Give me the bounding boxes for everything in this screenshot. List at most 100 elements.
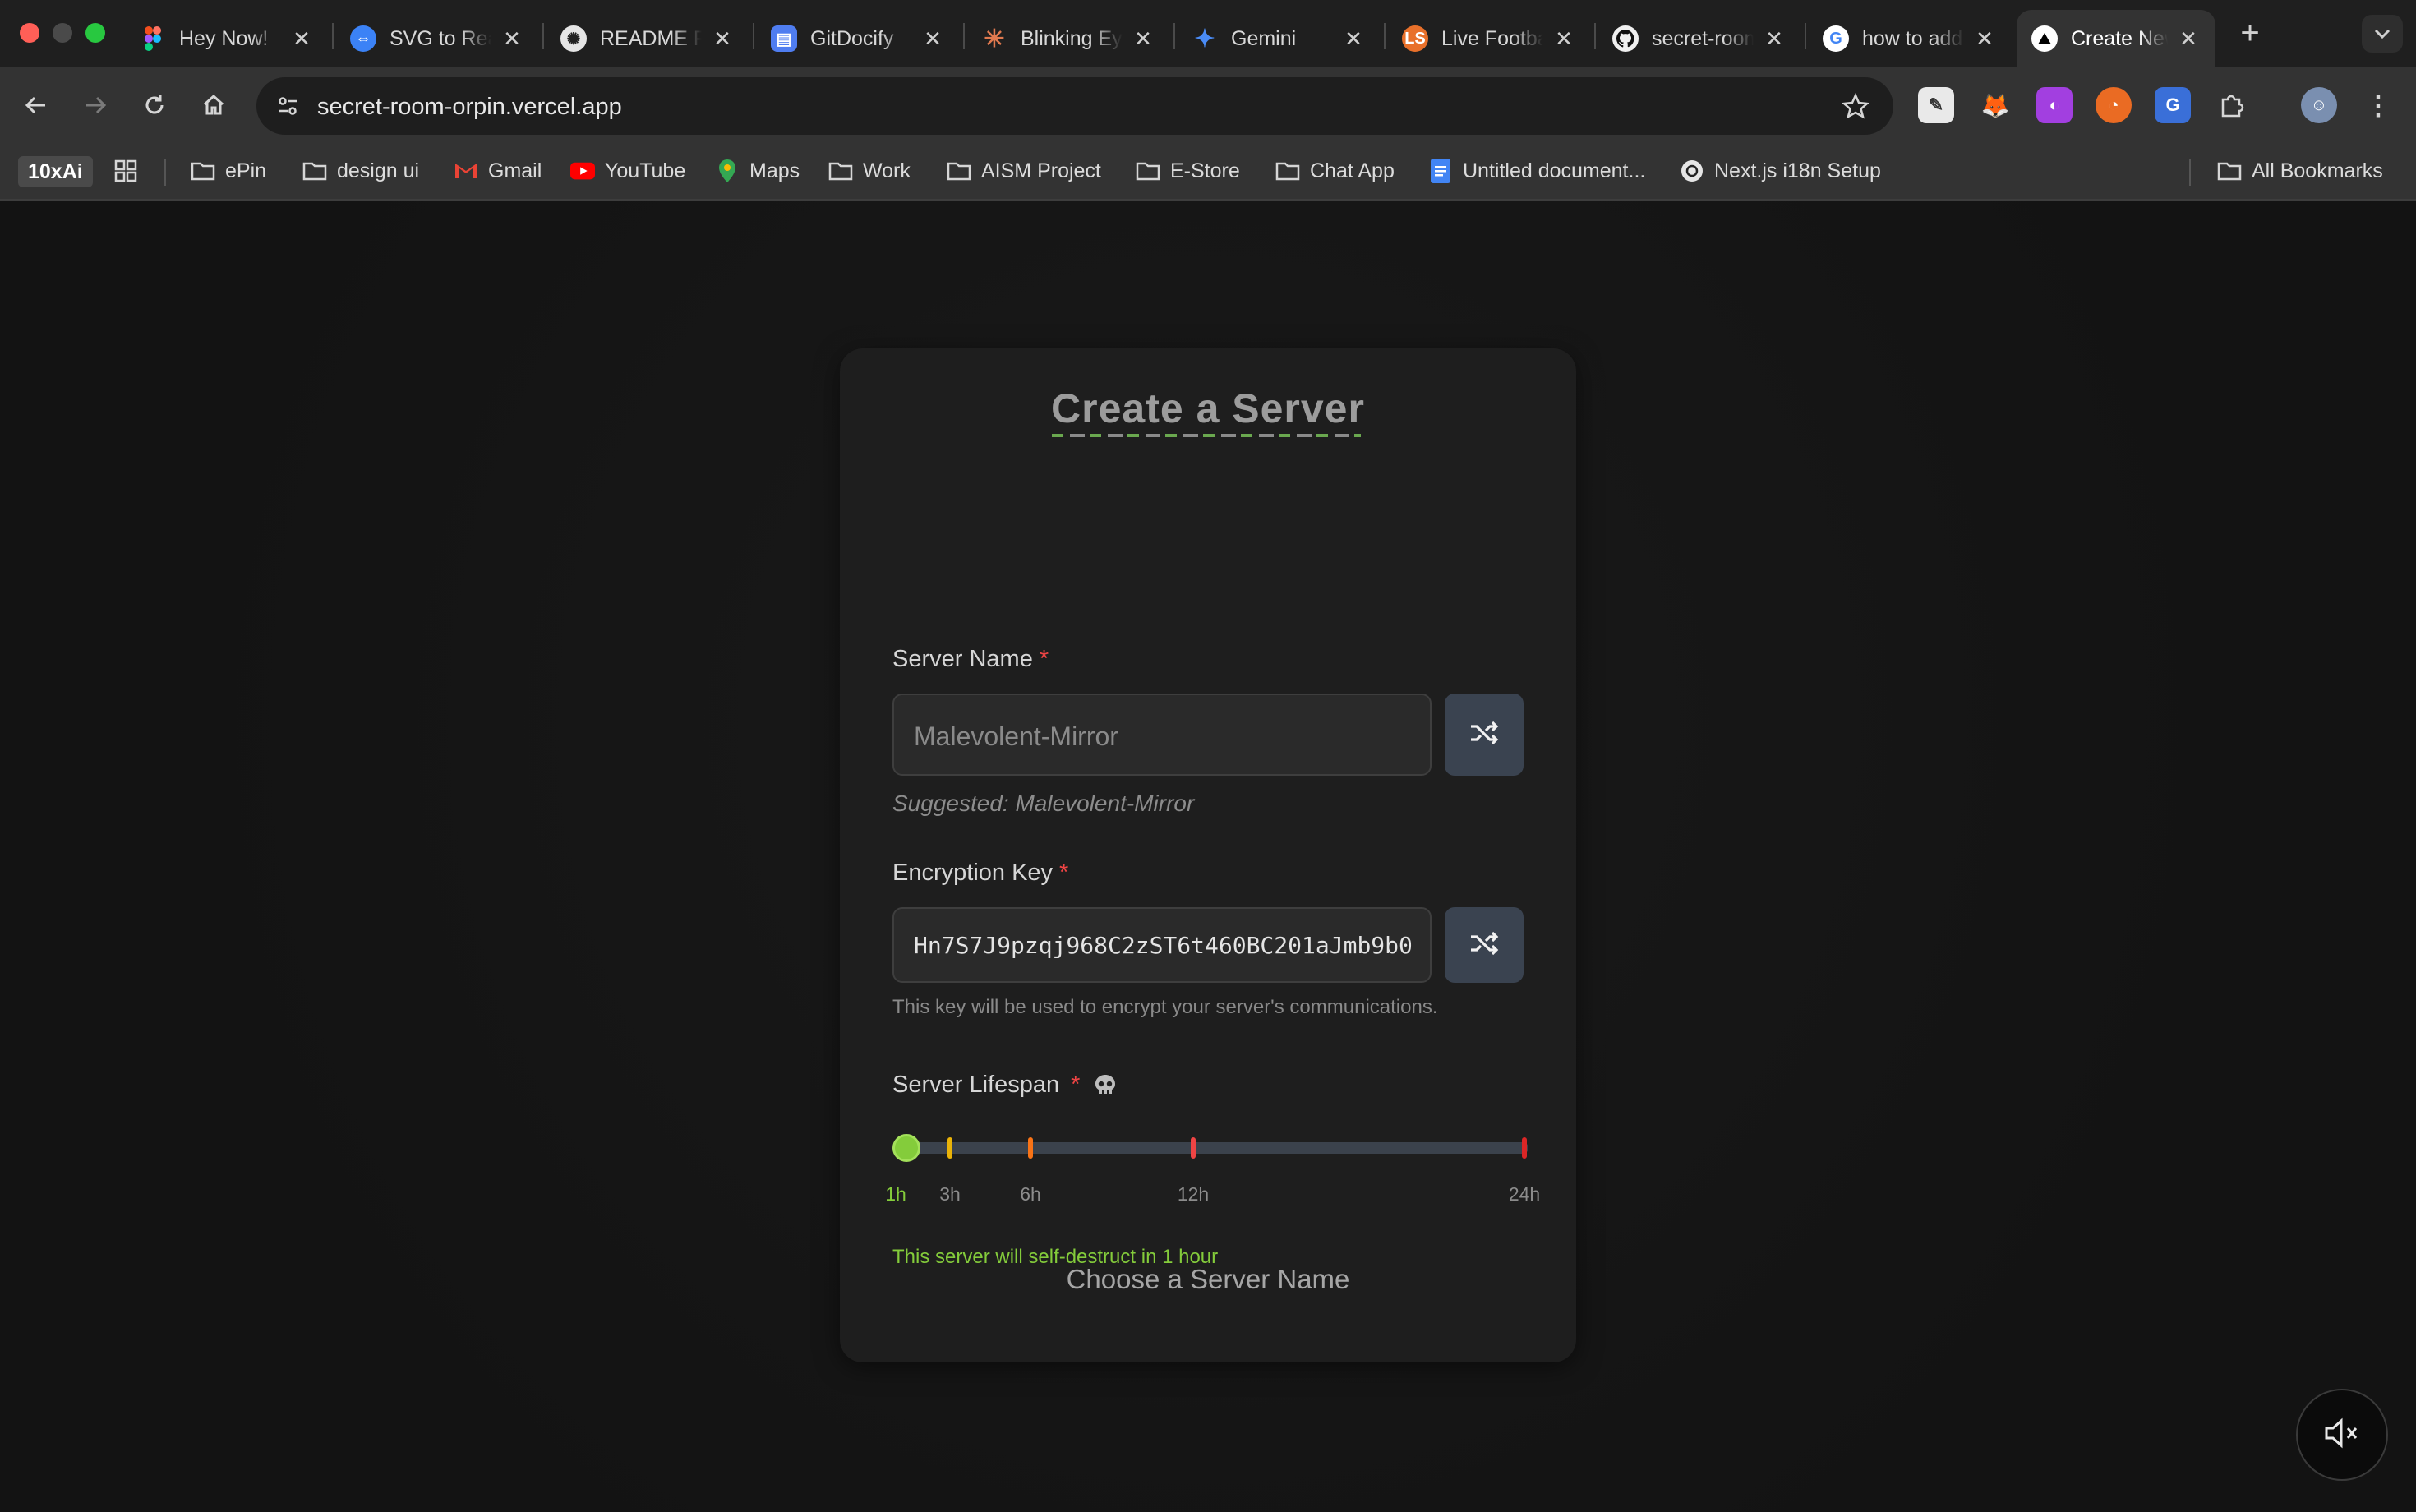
sound-muted-button[interactable]: [2296, 1389, 2388, 1481]
folder-icon: [191, 159, 215, 183]
tick-label-12h[interactable]: 12h: [1178, 1183, 1209, 1205]
svg-converter-icon: ⇔: [350, 25, 376, 52]
server-name-label: Server Name *: [892, 646, 1049, 673]
tick-label-3h[interactable]: 3h: [939, 1183, 961, 1205]
url-text: secret-room-orpin.vercel.app: [317, 94, 622, 120]
randomize-name-button[interactable]: [1445, 694, 1524, 776]
tab-svg-to-react[interactable]: ⇔ SVG to React ✕: [335, 10, 539, 67]
tab-create-new-active[interactable]: Create New ✕: [2017, 10, 2215, 67]
tab-title: Create New: [2071, 26, 2168, 50]
tab-hey-now[interactable]: Hey Now! ✕: [125, 10, 329, 67]
tab-gitdocify[interactable]: ▤ GitDocify ✕: [756, 10, 960, 67]
tab-close-icon[interactable]: ✕: [1341, 26, 1366, 51]
bookmark-10xai[interactable]: 10xAi: [18, 156, 93, 187]
bookmark-folder-design-ui[interactable]: design ui: [302, 154, 419, 187]
bookmark-all-bookmarks[interactable]: All Bookmarks: [2217, 154, 2383, 187]
encryption-key-input[interactable]: Hn7S7J9pzqj968C2zST6t460BC201aJmb9b0: [892, 907, 1432, 983]
tick-label-24h[interactable]: 24h: [1509, 1183, 1540, 1205]
suggested-name: Suggested: Malevolent-Mirror: [892, 791, 1195, 816]
page-background: Create a Server Server Name * Malevolent-…: [0, 201, 2416, 1512]
encryption-key-label: Encryption Key *: [892, 860, 1068, 887]
tab-close-icon[interactable]: ✕: [710, 26, 735, 51]
google-docs-icon: [1428, 159, 1453, 183]
regenerate-key-button[interactable]: [1445, 907, 1524, 983]
tab-close-icon[interactable]: ✕: [500, 26, 524, 51]
title-glitch-underline: [1052, 434, 1361, 437]
bookmark-label: Work: [863, 159, 911, 182]
bookmark-folder-chat-app[interactable]: Chat App: [1275, 154, 1395, 187]
lifespan-slider-thumb[interactable]: [892, 1134, 920, 1162]
livescore-icon: LS: [1402, 25, 1428, 52]
back-arrow-icon[interactable]: [15, 84, 58, 127]
tick-24h-marker: [1522, 1137, 1527, 1159]
server-lifespan-label-text: Server Lifespan: [892, 1072, 1060, 1098]
folder-icon: [828, 159, 853, 183]
tab-title: how to add: [1862, 26, 1963, 50]
browser-menu-dots-icon[interactable]: ⋮: [2360, 87, 2396, 123]
tick-12h-marker: [1191, 1137, 1196, 1159]
forward-arrow-icon[interactable]: [74, 84, 117, 127]
extension-screenshot-icon[interactable]: ✎: [1918, 87, 1954, 123]
window-zoom-button[interactable]: [85, 23, 105, 43]
bookmark-folder-epin[interactable]: ePin: [191, 154, 266, 187]
tab-secret-room-github[interactable]: secret-room ✕: [1598, 10, 1801, 67]
tab-live-football[interactable]: LS Live Football ✕: [1387, 10, 1591, 67]
submit-choose-name-button[interactable]: Choose a Server Name: [840, 1264, 1576, 1295]
shuffle-icon: [1469, 930, 1499, 961]
tab-close-icon[interactable]: ✕: [1762, 26, 1787, 51]
site-info-icon[interactable]: [270, 88, 306, 124]
bookmark-label: Maps: [749, 159, 800, 182]
tab-google-search[interactable]: G how to add ✕: [1808, 10, 2012, 67]
tab-search-chevron-icon[interactable]: [2362, 15, 2403, 53]
extension-orange-icon[interactable]: ◔: [2096, 87, 2132, 123]
tab-close-icon[interactable]: ✕: [2176, 26, 2201, 51]
extensions-puzzle-icon[interactable]: [2214, 87, 2250, 123]
tab-blinking-eyes[interactable]: ✳ Blinking Eyes ✕: [966, 10, 1170, 67]
home-icon[interactable]: [192, 84, 235, 127]
google-translate-icon[interactable]: G: [2155, 87, 2191, 123]
tab-close-icon[interactable]: ✕: [1551, 26, 1576, 51]
bookmark-youtube[interactable]: YouTube: [570, 154, 685, 187]
bookmark-nextjs-i18n[interactable]: Next.js i18n Setup: [1680, 154, 1881, 187]
maps-icon: [715, 159, 740, 183]
tab-close-icon[interactable]: ✕: [920, 26, 945, 51]
required-asterisk: *: [1039, 646, 1049, 672]
tab-title: SVG to React: [390, 26, 491, 50]
tab-readme[interactable]: ✺ README Preview ✕: [546, 10, 749, 67]
tick-label-6h[interactable]: 6h: [1020, 1183, 1041, 1205]
folder-icon: [947, 159, 971, 183]
bookmark-folder-aism-project[interactable]: AISM Project: [947, 154, 1101, 187]
bookmark-label: design ui: [337, 159, 420, 182]
youtube-icon: [570, 159, 595, 183]
metamask-fox-icon[interactable]: 🦊: [1977, 87, 2013, 123]
new-tab-button[interactable]: +: [2232, 15, 2268, 51]
bookmark-folder-work[interactable]: Work: [828, 154, 911, 187]
bookmark-gmail[interactable]: Gmail: [454, 154, 542, 187]
tick-3h-marker: [947, 1137, 952, 1159]
tab-close-icon[interactable]: ✕: [1131, 26, 1155, 51]
bookmark-label: Next.js i18n Setup: [1714, 159, 1881, 182]
tab-close-icon[interactable]: ✕: [289, 26, 314, 51]
tab-gemini[interactable]: ✦ Gemini ✕: [1177, 10, 1381, 67]
tab-close-icon[interactable]: ✕: [1972, 26, 1997, 51]
bookmark-label: YouTube: [605, 159, 686, 182]
window-close-button[interactable]: [20, 23, 39, 43]
profile-avatar[interactable]: ☺: [2301, 87, 2337, 123]
bookmark-maps[interactable]: Maps: [715, 154, 800, 187]
google-icon: G: [1823, 25, 1849, 52]
tick-label-1h[interactable]: 1h: [885, 1183, 906, 1205]
address-bar[interactable]: secret-room-orpin.vercel.app: [256, 77, 1893, 135]
tab-title: Live Football: [1441, 26, 1543, 50]
bookmark-untitled-document[interactable]: Untitled document...: [1428, 154, 1645, 187]
server-name-input[interactable]: Malevolent-Mirror: [892, 694, 1432, 776]
required-asterisk: *: [1071, 1072, 1081, 1098]
extension-purple-icon[interactable]: ◐: [2036, 87, 2073, 123]
apps-grid-icon[interactable]: [113, 154, 138, 187]
bookmark-label: ePin: [225, 159, 267, 182]
reload-icon[interactable]: [133, 84, 176, 127]
speaker-mute-icon: [2323, 1417, 2361, 1454]
bookmark-folder-e-store[interactable]: E-Store: [1136, 154, 1240, 187]
lifespan-slider-track[interactable]: [892, 1142, 1528, 1154]
bookmark-star-icon[interactable]: [1837, 88, 1874, 124]
window-minimize-button[interactable]: [53, 23, 72, 43]
